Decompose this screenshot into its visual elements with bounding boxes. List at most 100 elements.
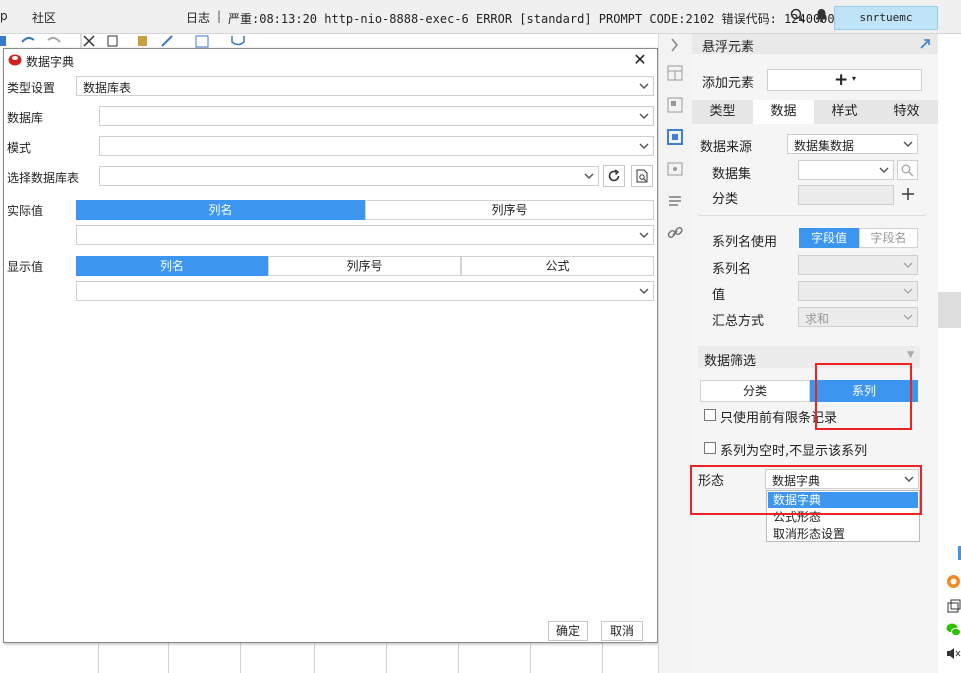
log-message[interactable]: 严重:08:13:20 http-nio-8888-exec-6 ERROR [… [228,10,883,27]
wechat-icon[interactable] [946,622,961,637]
float-element-panel: 悬浮元素 添加元素 + ▾ 类型 数据 样式 特效 数据来源 数据集数据 数据集… [692,34,938,673]
database-select[interactable] [99,106,654,126]
dataset-label: 数据集 [712,167,752,182]
actual-value-label: 实际值 [7,204,44,218]
hide-empty-series-checkbox[interactable] [704,442,716,454]
dialog-title: 数据字典 [26,55,75,69]
log-label[interactable]: 日志 [186,9,210,26]
database-label: 数据库 [7,111,44,125]
search-icon[interactable] [790,8,805,26]
float-element-icon[interactable] [666,128,684,146]
chevron-down-icon [639,83,649,90]
value-label: 值 [712,288,726,303]
user-badge[interactable]: snrtuemc [834,6,938,30]
bell-icon[interactable] [815,8,828,26]
refresh-button[interactable] [603,165,625,187]
chevron-right-icon[interactable] [666,36,684,54]
series-use-field-name[interactable]: 字段名 [859,228,918,248]
category-label: 分类 [712,192,739,207]
chevron-down-icon [639,143,649,150]
volume-mute-icon[interactable] [946,646,961,661]
hyperlink-icon[interactable] [666,224,684,242]
highlight-box-series [815,363,912,430]
chevron-down-icon [639,232,649,239]
display-tab-column-name[interactable]: 列名 [76,256,268,276]
source-select[interactable]: 数据集数据 [787,134,918,154]
chevron-down-icon [879,167,889,174]
form-option-cancel[interactable]: 取消形态设置 [768,526,918,542]
desktop-edge [938,34,961,673]
actual-tab-column-name[interactable]: 列名 [76,200,365,220]
value-select[interactable] [798,281,918,301]
dataset-search-button[interactable] [897,160,918,180]
source-select-value: 数据集数据 [794,139,855,153]
plus-icon: + [834,70,849,90]
cell-element-icon[interactable] [666,96,684,114]
widget-icon[interactable] [666,160,684,178]
actual-tab-column-index[interactable]: 列序号 [365,200,654,220]
category-select[interactable] [798,185,894,205]
dataset-select[interactable] [798,160,894,180]
series-use-field-value[interactable]: 字段值 [799,228,859,248]
highlight-box-form [690,465,922,515]
filter-label: 数据筛选 [704,354,757,369]
table-select[interactable] [99,166,599,186]
chevron-down-icon [903,141,913,148]
tab-type[interactable]: 类型 [692,100,753,124]
condition-icon[interactable] [666,192,684,210]
toolbar [0,34,260,48]
panel-header: 悬浮元素 [692,34,938,55]
preview-button[interactable] [631,165,653,187]
series-name-select[interactable] [798,255,918,275]
close-icon[interactable]: ✕ [631,51,649,69]
refresh-icon [608,169,620,182]
data-dictionary-dialog: 数据字典 ✕ 类型设置 数据库表 数据库 模式 选择数据库表 实际值 列名 列序… [3,48,658,643]
chevron-down-icon [584,173,594,180]
caret-down-icon: ▼ [907,350,914,360]
source-label: 数据来源 [700,140,753,155]
series-name-label: 系列名 [712,262,752,277]
cancel-button[interactable]: 取消 [601,621,643,641]
tab-data[interactable]: 数据 [753,100,814,124]
scrollbar-thumb[interactable] [938,292,961,328]
limit-records-checkbox[interactable] [704,409,716,421]
type-select[interactable]: 数据库表 [76,76,654,96]
tab-style[interactable]: 样式 [814,100,875,124]
series-use-label: 系列名使用 [712,235,778,250]
spreadsheet-area[interactable] [0,640,692,673]
menu-community[interactable]: 社区 [32,9,56,26]
type-label: 类型设置 [7,81,56,95]
collapse-icon[interactable] [919,37,932,50]
add-element-button[interactable]: + ▾ [767,69,922,91]
aggregate-select-value: 求和 [805,312,830,326]
display-value-select[interactable] [76,281,654,301]
table-label: 选择数据库表 [7,171,80,185]
panel-title: 悬浮元素 [702,40,755,55]
app-logo-icon [8,54,22,66]
search-icon [901,164,914,177]
chevron-down-icon [639,288,649,295]
chevron-down-icon [903,288,913,295]
filter-tab-category[interactable]: 分类 [700,380,810,402]
panel-icon-strip [658,34,692,673]
caret-down-icon: ▾ [852,74,857,83]
display-tab-column-index[interactable]: 列序号 [268,256,461,276]
app-tray-icon[interactable] [946,574,961,589]
schema-select[interactable] [99,136,654,156]
tab-effect[interactable]: 特效 [875,100,938,124]
window-icon[interactable] [946,599,961,614]
chevron-down-icon [903,262,913,269]
aggregate-select[interactable]: 求和 [798,307,918,327]
cell-attribute-icon[interactable] [666,64,684,82]
chevron-down-icon [903,314,913,321]
actual-value-select[interactable] [76,225,654,245]
menu-partial[interactable]: р [0,9,8,23]
divider [698,215,926,216]
ok-button[interactable]: 确定 [548,621,588,641]
add-element-label: 添加元素 [702,76,755,91]
display-tab-formula[interactable]: 公式 [461,256,654,276]
chevron-down-icon [639,113,649,120]
type-select-value: 数据库表 [83,81,132,95]
hide-empty-series-label: 系列为空时,不显示该系列 [720,444,868,459]
add-category-button[interactable] [900,185,918,205]
